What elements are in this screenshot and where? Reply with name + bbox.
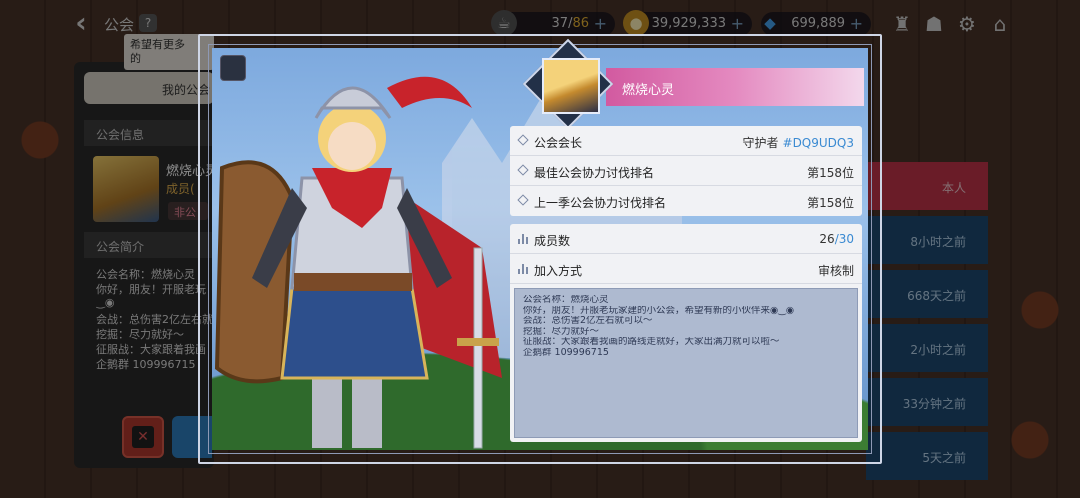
members-row: 成员数 26/30 (510, 224, 862, 254)
leader-value: 守护者 #DQ9UDQ3 (743, 134, 855, 151)
join-method-label: 加入方式 (534, 264, 583, 278)
last-rank-value: 第158位 (807, 196, 854, 210)
bar-chart-icon (518, 234, 528, 244)
join-method-row: 加入方式 审核制 (510, 254, 862, 284)
leader-label: 公会会长 (534, 136, 583, 150)
leader-role: 守护者 (742, 136, 779, 150)
description-line: 挖掘：尽力就好～ (523, 326, 600, 337)
close-button[interactable] (220, 55, 246, 81)
description-line: 你好，朋友！开服老玩家建的小公会，希望有新的小伙伴来◉‿◉ (523, 305, 795, 316)
description-line: 公会名称：燃烧心灵 (523, 295, 609, 305)
guild-ranking-card: 公会会长 守护者 #DQ9UDQ3 最佳公会协力讨伐排名 第158位 上一季公会协… (510, 126, 862, 216)
description-line: 征服战：大家跟着我画的路线走就好，大家出满刀就可以啦～ (523, 337, 780, 347)
members-total: /30 (834, 232, 854, 246)
guild-name: 燃烧心灵 (622, 83, 675, 98)
knight-illustration (214, 76, 502, 449)
bar-chart-icon (518, 264, 528, 274)
members-value: 26/30 (819, 232, 854, 246)
leader-id[interactable]: #DQ9UDQ3 (783, 136, 854, 150)
members-label: 成员数 (534, 234, 571, 248)
diamond-bullet-icon (517, 164, 529, 176)
leader-row: 公会会长 守护者 #DQ9UDQ3 (510, 126, 862, 156)
last-rank-row: 上一季公会协力讨伐排名 第158位 (510, 186, 862, 216)
last-rank-label: 上一季公会协力讨伐排名 (534, 196, 667, 210)
diamond-bullet-icon (517, 194, 529, 206)
description-line: 会战：总伤害2亿左右就可以～ (523, 316, 653, 326)
members-current: 26 (819, 232, 835, 246)
guild-description: 公会名称：燃烧心灵 你好，朋友！开服老玩家建的小公会，希望有新的小伙伴来◉‿◉ … (514, 288, 858, 438)
diamond-bullet-icon (517, 134, 529, 146)
best-rank-label: 最佳公会协力讨伐排名 (534, 166, 655, 180)
best-rank-row: 最佳公会协力讨伐排名 第158位 (510, 156, 862, 186)
guild-leader-portrait (542, 58, 600, 114)
best-rank-value: 第158位 (807, 166, 854, 180)
join-method-value: 审核制 (817, 264, 854, 278)
description-line: 企鹅群 109996715 (523, 347, 609, 358)
